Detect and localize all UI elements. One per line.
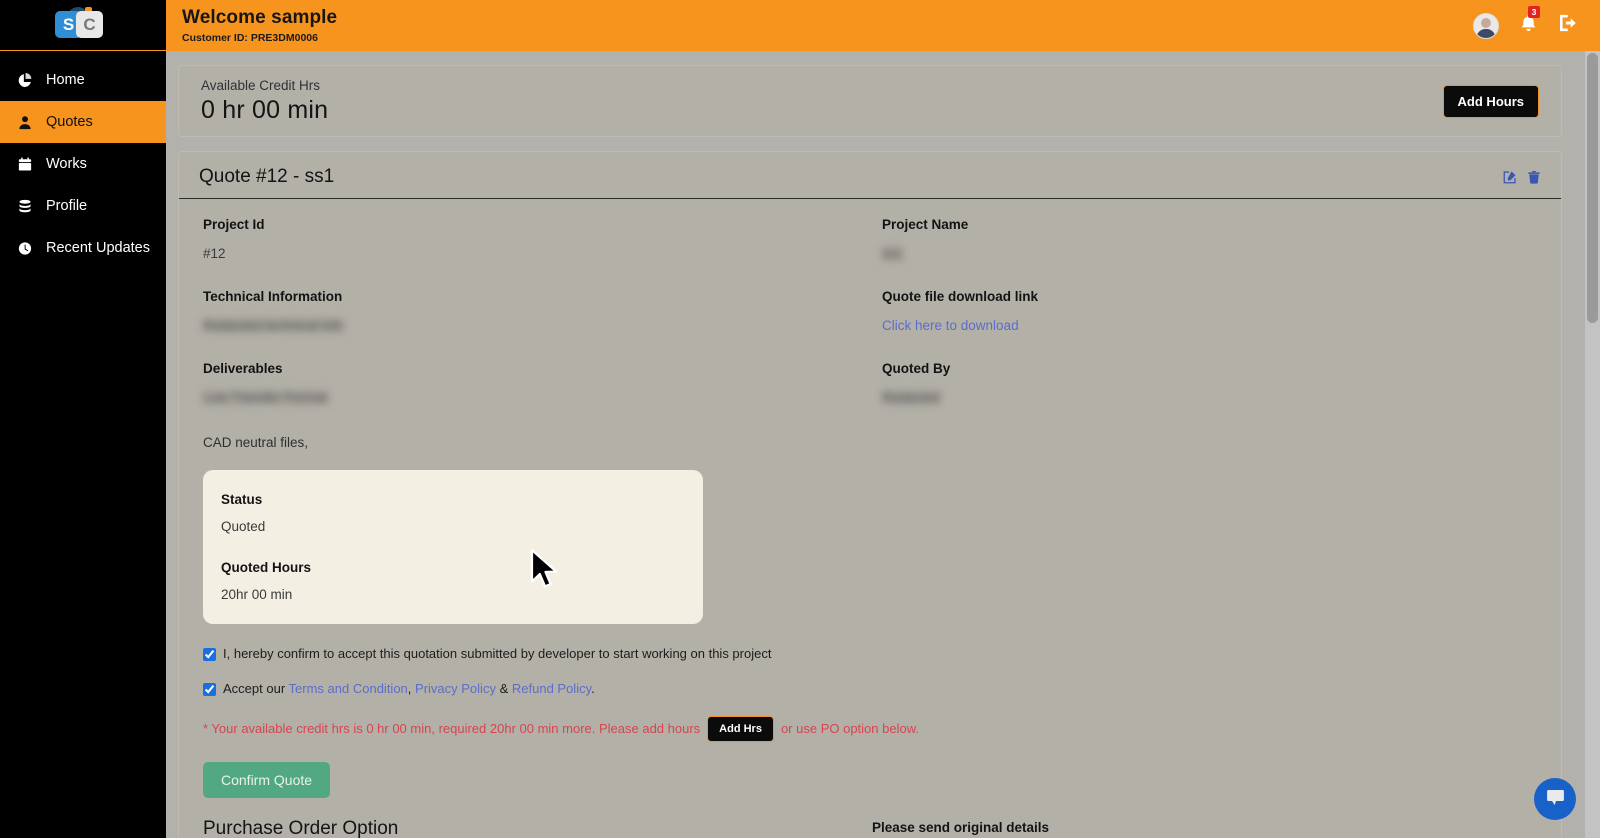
sidebar-item-profile[interactable]: Profile (0, 185, 166, 227)
credit-warning-text: * Your available credit hrs is 0 hr 00 m… (203, 721, 701, 737)
sidebar: S C Home Quotes Works Profile Recent Upd… (0, 0, 166, 838)
field-value-technical-information: Redacted technical info (203, 318, 344, 333)
calendar-icon (16, 157, 33, 172)
field-label-project-name: Project Name (882, 217, 969, 232)
quote-header: Quote #12 - ss1 (179, 152, 1561, 199)
sidebar-item-works[interactable]: Works (0, 143, 166, 185)
quote-field-grid: Project Id #12 Project Name ss1 Technica… (203, 217, 1541, 433)
field-value-quoted-by: Redacted (882, 390, 940, 405)
status-label: Status (221, 492, 263, 507)
status-highlight-panel: Status Quoted Quoted Hours 20hr 00 min (203, 470, 703, 624)
confirm-acceptance-checkbox[interactable] (203, 648, 216, 661)
add-hrs-button[interactable]: Add Hrs (707, 715, 774, 742)
field-value-deliverables: Low Transfer Format (203, 390, 328, 405)
chat-bubble-icon (1545, 786, 1566, 812)
credit-warning-row: * Your available credit hrs is 0 hr 00 m… (203, 715, 1541, 742)
sidebar-item-recent-updates[interactable]: Recent Updates (0, 227, 166, 269)
field-project-id: Project Id #12 (203, 217, 862, 263)
trash-icon[interactable] (1527, 170, 1541, 185)
accept-comma: , (407, 680, 412, 696)
sidebar-item-label-recent-updates: Recent Updates (46, 240, 150, 256)
quote-file-download-link[interactable]: Click here to download (882, 318, 1019, 333)
quote-detail-card: Quote #12 - ss1 Project Id #12 Project N… (178, 151, 1562, 838)
field-deliverables: Deliverables Low Transfer Format (203, 361, 862, 407)
purchase-order-title: Purchase Order Option (203, 817, 399, 838)
accept-terms-checkbox-row[interactable]: Accept our Terms and Condition, Privacy … (203, 681, 1541, 698)
quote-body: Project Id #12 Project Name ss1 Technica… (179, 199, 1561, 838)
add-hours-button[interactable]: Add Hours (1442, 84, 1539, 118)
credit-value: 0 hr 00 min (201, 95, 329, 124)
sidebar-item-label-works: Works (46, 156, 87, 172)
clock-icon (16, 241, 33, 256)
quoted-hours-value: 20hr 00 min (221, 587, 293, 602)
deliverables-extra-text: CAD neutral files, (203, 435, 309, 450)
status-value: Quoted (221, 519, 266, 534)
avatar[interactable] (1473, 12, 1499, 39)
user-icon (16, 115, 33, 130)
page-title: Welcome sample (182, 7, 338, 28)
confirm-acceptance-checkbox-row[interactable]: I, hereby confirm to accept this quotati… (203, 646, 1541, 663)
purchase-order-right-text: Please send original details (872, 819, 1050, 835)
accept-period: . (591, 680, 595, 696)
notification-badge: 3 (1528, 5, 1540, 18)
field-project-name: Project Name ss1 (882, 217, 1541, 263)
terms-and-condition-link[interactable]: Terms and Condition (289, 681, 408, 696)
top-header: Welcome sample Customer ID: PRE3DM0006 3 (166, 0, 1600, 51)
credit-warning-suffix: or use PO option below. (780, 721, 919, 737)
app-root: S C Home Quotes Works Profile Recent Upd… (0, 0, 1600, 838)
field-label-technical-information: Technical Information (203, 289, 343, 304)
field-value-project-id: #12 (203, 246, 226, 261)
pie-chart-icon (16, 72, 33, 88)
scrollbar-thumb[interactable] (1587, 53, 1598, 323)
accept-ampersand: & (499, 680, 509, 696)
available-credit-card: Available Credit Hrs 0 hr 00 min Add Hou… (178, 65, 1562, 137)
field-label-deliverables: Deliverables (203, 361, 283, 376)
sidebar-item-home[interactable]: Home (0, 59, 166, 101)
avatar-head (1481, 17, 1491, 28)
credit-label: Available Credit Hrs (201, 77, 321, 93)
notifications-button[interactable]: 3 (1519, 5, 1540, 38)
quote-title: Quote #12 - ss1 (199, 166, 335, 187)
main-area: Welcome sample Customer ID: PRE3DM0006 3 (166, 0, 1600, 838)
sidebar-item-label-quotes: Quotes (46, 114, 93, 130)
accept-terms-checkbox[interactable] (203, 682, 216, 696)
status-block: Status Quoted (221, 492, 685, 534)
accept-terms-prefix: Accept our (223, 680, 286, 696)
field-technical-information: Technical Information Redacted technical… (203, 289, 862, 335)
logo-letter-c: C (76, 11, 103, 38)
refund-policy-link[interactable]: Refund Policy (512, 681, 591, 696)
quoted-hours-label: Quoted Hours (221, 560, 311, 575)
sidebar-nav: Home Quotes Works Profile Recent Updates (0, 51, 166, 269)
quoted-hours-block: Quoted Hours 20hr 00 min (221, 560, 685, 602)
field-quote-file-download: Quote file download link Click here to d… (882, 289, 1541, 335)
content-scroll-area[interactable]: Available Credit Hrs 0 hr 00 min Add Hou… (166, 51, 1600, 838)
privacy-policy-link[interactable]: Privacy Policy (415, 681, 496, 696)
confirm-quote-button[interactable]: Confirm Quote (203, 761, 331, 798)
vertical-scrollbar[interactable] (1585, 51, 1600, 838)
logout-button[interactable] (1558, 13, 1578, 38)
sidebar-item-quotes[interactable]: Quotes (0, 101, 166, 143)
field-label-project-id: Project Id (203, 217, 265, 232)
edit-icon[interactable] (1502, 170, 1517, 185)
confirm-acceptance-label: I, hereby confirm to accept this quotati… (223, 646, 772, 661)
field-value-project-name: ss1 (882, 246, 904, 261)
sidebar-item-label-home: Home (46, 72, 85, 88)
avatar-body (1476, 28, 1496, 38)
database-icon (16, 199, 33, 214)
chat-widget-button[interactable] (1534, 778, 1576, 820)
field-label-quoted-by: Quoted By (882, 361, 951, 376)
customer-id: Customer ID: PRE3DM0006 (182, 32, 318, 44)
logout-icon (1558, 13, 1578, 38)
field-label-quote-file-download: Quote file download link (882, 289, 1039, 304)
app-logo[interactable]: S C (0, 0, 166, 51)
field-quoted-by: Quoted By Redacted (882, 361, 1541, 407)
sidebar-item-label-profile: Profile (46, 198, 88, 214)
